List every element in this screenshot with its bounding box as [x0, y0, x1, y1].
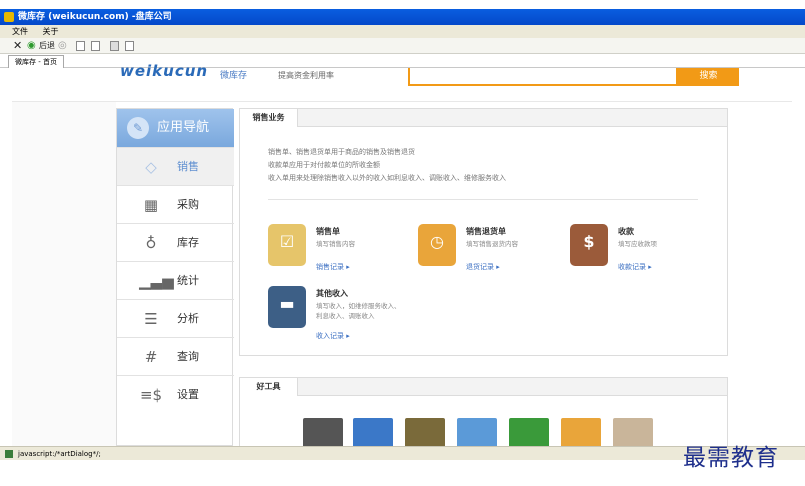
document-icon[interactable]: [91, 41, 100, 51]
menu-item-file[interactable]: 文件: [12, 25, 28, 38]
receipt-icon: $: [570, 224, 608, 266]
sales-panel: 销售业务 销售单、销售退货单用于商品的销售及销售退货 收款单应用于对付款单位的所…: [239, 108, 728, 356]
sidebar-item-statistics[interactable]: ▁▃▅ 统计: [117, 261, 234, 299]
sales-record-link[interactable]: 销售记录 ▸: [316, 262, 350, 272]
sales-desc-line: 收款单应用于对付款单位的所收金额: [268, 161, 380, 169]
menu-item-about[interactable]: 关于: [43, 25, 59, 38]
back-arrow-icon[interactable]: ◉: [27, 40, 36, 52]
money-bag-icon: ♁: [145, 234, 157, 252]
biz-sales-order[interactable]: ☑ 销售单 填写销售内容 销售记录 ▸: [268, 224, 418, 280]
biz-other-income[interactable]: ▬ 其他收入 填写收入，如维修服务收入、利息收入、调账收入 收入记录 ▸: [268, 286, 418, 356]
status-text: javascript:/*artDialog*/;: [18, 450, 101, 458]
logo: weikucun: [120, 62, 209, 80]
left-margin: [12, 102, 116, 446]
sidebar-item-label: 统计: [177, 274, 199, 287]
header: weikucun 微库存 提高资金利用率 搜索: [12, 62, 792, 102]
biz-desc: 填写收入，如维修服务收入、利息收入、调账收入: [316, 302, 401, 320]
return-record-link[interactable]: 退货记录 ▸: [466, 262, 500, 272]
list-icon: ☰: [144, 310, 158, 328]
sales-order-icon: ☑: [268, 224, 306, 266]
settings-icon: ≡$: [139, 386, 163, 404]
tab-home[interactable]: 微库存 - 首页: [8, 55, 64, 68]
biz-desc: 填写销售退货内容: [466, 240, 518, 248]
sidebar-item-label: 查询: [177, 350, 199, 363]
biz-title: 销售单: [316, 227, 340, 236]
close-icon[interactable]: ✕: [13, 40, 22, 52]
sidebar-item-label: 分析: [177, 312, 199, 325]
title-bar: 微库存 (weikucun.com) -盘库公司: [0, 9, 805, 25]
grid-icon: #: [144, 348, 158, 366]
back-button[interactable]: 后退: [39, 40, 55, 52]
biz-receipt[interactable]: $ 收款 填写应收款项 收款记录 ▸: [570, 224, 720, 280]
basket-icon: ▦: [143, 196, 159, 214]
sidebar-item-label: 销售: [177, 160, 199, 173]
window-title: 微库存 (weikucun.com) -盘库公司: [18, 12, 172, 22]
biz-return-order[interactable]: ◷ 销售退货单 填写销售退货内容 退货记录 ▸: [418, 224, 568, 280]
content-area: weikucun 微库存 提高资金利用率 搜索 ✎ 应用导航 ◇ 销售 ▦ 采购…: [0, 62, 805, 451]
stop-icon[interactable]: ◎: [58, 40, 67, 52]
tag-icon: ◇: [145, 158, 157, 176]
search-input[interactable]: [408, 68, 678, 86]
sidebar-title: 应用导航: [157, 120, 210, 135]
panel-tabbar: 销售业务: [240, 109, 727, 127]
sidebar: ✎ 应用导航 ◇ 销售 ▦ 采购 ♁ 库存 ▁▃▅ 统计 ☰ 分析 # 查询 ≡…: [116, 108, 234, 446]
sidebar-header: ✎ 应用导航: [117, 109, 234, 147]
sales-desc-line: 收入单用来处理除销售收入以外的收入如利息收入、调账收入、维修服务收入: [268, 174, 506, 182]
print-icon[interactable]: [110, 41, 119, 51]
menu-bar: 文件 关于: [0, 25, 805, 38]
preview-icon[interactable]: [125, 41, 134, 51]
biz-desc: 填写应收款项: [618, 240, 657, 248]
watermark: 最需教育: [683, 445, 779, 471]
page-status-icon: [5, 450, 13, 458]
biz-title: 其他收入: [316, 289, 348, 298]
logo-cn: 微库存: [220, 71, 248, 81]
divider: [268, 199, 698, 200]
sidebar-item-settings[interactable]: ≡$ 设置: [117, 375, 234, 413]
app-window: 微库存 (weikucun.com) -盘库公司 文件 关于 ✕ ◉ 后退 ◎ …: [0, 0, 805, 486]
sidebar-item-label: 库存: [177, 236, 199, 249]
return-order-icon: ◷: [418, 224, 456, 266]
tools-panel: 好工具: [239, 377, 728, 451]
income-record-link[interactable]: 收入记录 ▸: [316, 331, 350, 341]
sidebar-item-query[interactable]: # 查询: [117, 337, 234, 375]
bar-chart-icon: ▁▃▅: [139, 272, 174, 290]
sidebar-item-analysis[interactable]: ☰ 分析: [117, 299, 234, 337]
biz-title: 收款: [618, 227, 634, 236]
tab-good-tools[interactable]: 好工具: [240, 378, 298, 396]
tab-sales-business[interactable]: 销售业务: [240, 109, 298, 127]
sidebar-item-purchase[interactable]: ▦ 采购: [117, 185, 234, 223]
receipt-record-link[interactable]: 收款记录 ▸: [618, 262, 652, 272]
sales-desc-line: 销售单、销售退货单用于商品的销售及销售退货: [268, 148, 415, 156]
panel-tabbar: 好工具: [240, 378, 727, 396]
toolbar: ✕ ◉ 后退 ◎: [0, 38, 805, 54]
biz-title: 销售退货单: [466, 227, 506, 236]
search-button[interactable]: 搜索: [678, 68, 739, 86]
app-icon: [4, 12, 14, 22]
other-income-icon: ▬: [268, 286, 306, 328]
biz-desc: 填写销售内容: [316, 240, 355, 248]
sidebar-item-sales[interactable]: ◇ 销售: [117, 147, 234, 185]
slogan: 提高资金利用率: [278, 71, 334, 80]
wrench-icon: ✎: [127, 117, 149, 139]
sidebar-item-inventory[interactable]: ♁ 库存: [117, 223, 234, 261]
page-icon[interactable]: [76, 41, 85, 51]
sidebar-item-label: 设置: [177, 388, 199, 401]
sidebar-item-label: 采购: [177, 198, 199, 211]
